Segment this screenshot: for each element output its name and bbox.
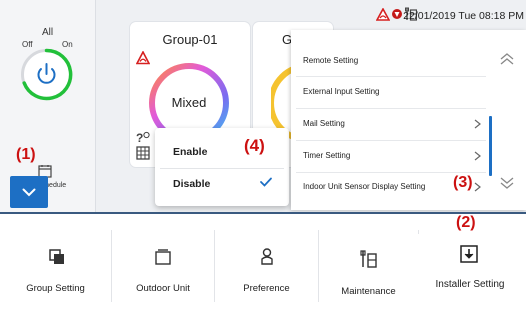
callout-label-1: (1) [16,146,36,163]
maintenance-icon [360,250,377,268]
outdoor-unit-icon [155,249,171,265]
option-enable-label: Enable [173,146,208,158]
option-disable-label: Disable [173,178,211,190]
toolbar-label: Maintenance [341,286,396,297]
expand-toolbar-button[interactable] [10,176,48,208]
svg-text:?: ? [136,131,143,144]
callout-label-3: (3) [453,174,473,191]
toolbar-group-setting[interactable] [0,214,111,319]
group-mode-label: Mixed [171,95,207,110]
chevron-right-icon [474,119,481,129]
installer-setting-icon [460,245,478,263]
menu-item-label: Remote Setting [303,56,359,65]
toolbar-label: Installer Setting [435,279,505,290]
menu-item-label: Indoor Unit Sensor Display Setting [303,182,426,191]
group-setting-icon [49,249,64,264]
chevron-right-icon [474,151,481,161]
callout-label-2: (2) [456,214,476,231]
toolbar-label: Group Setting [26,283,85,294]
scroll-up-icon[interactable] [498,52,516,66]
preference-icon [261,248,273,265]
menu-item-label: Mail Setting [303,119,345,128]
checkmark-icon [260,177,272,187]
status-datetime: 22/01/2019 Tue 08:18 PM [403,10,524,22]
settings-help-icon: ? [136,131,150,144]
menu-item-label: External Input Setting [303,87,380,96]
grid-icon [136,146,150,160]
toolbar-preference[interactable] [215,214,318,319]
toolbar-label: Preference [243,283,290,294]
chevron-right-icon [474,182,481,192]
scroll-down-icon[interactable] [498,176,516,190]
chevron-down-icon [22,188,36,196]
group-card-title: Group-01 [162,32,218,47]
menu-scrollbar-thumb[interactable] [489,116,492,176]
callout-label-4: (4) [244,136,265,155]
toolbar-label: Outdoor Unit [136,283,190,294]
menu-item-label: Timer Setting [303,151,351,160]
power-toggle-button[interactable] [20,48,73,101]
power-all-label: All [41,27,54,38]
toolbar-outdoor-unit[interactable] [112,214,214,319]
